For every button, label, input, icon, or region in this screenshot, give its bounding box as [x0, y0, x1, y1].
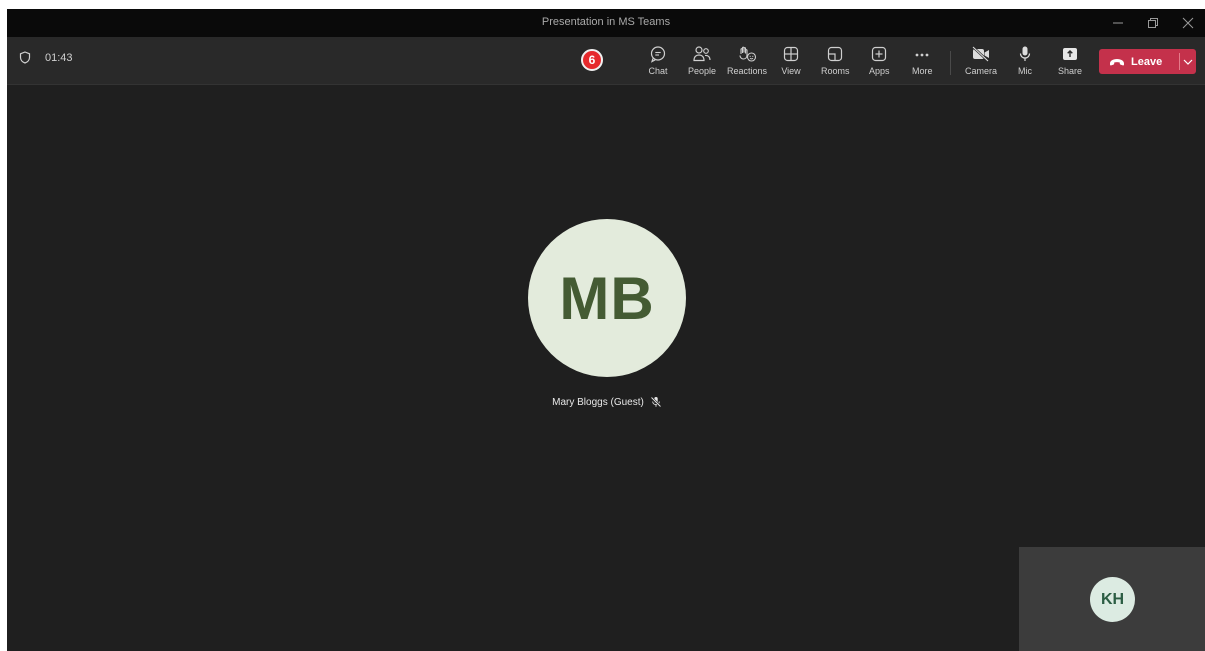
more-button[interactable]: More: [912, 45, 933, 76]
hang-up-icon: [1110, 58, 1124, 65]
reactions-button[interactable]: Reactions: [727, 45, 767, 76]
people-button[interactable]: People: [688, 45, 716, 76]
people-icon: [693, 46, 711, 62]
apps-label: Apps: [869, 66, 890, 76]
notification-badge[interactable]: 6: [581, 49, 603, 71]
view-label: View: [781, 66, 801, 76]
participant-name: Mary Bloggs (Guest): [552, 396, 644, 408]
rooms-button[interactable]: Rooms: [821, 45, 850, 76]
window-controls: [1100, 9, 1205, 37]
mic-muted-icon: [650, 396, 662, 408]
chevron-down-icon: [1183, 59, 1193, 65]
leave-button-group: Leave: [1099, 49, 1196, 74]
people-label: People: [688, 66, 717, 76]
apps-button[interactable]: Apps: [869, 45, 890, 76]
close-button[interactable]: [1170, 9, 1205, 37]
rooms-label: Rooms: [821, 66, 850, 76]
participant-name-tag: Mary Bloggs (Guest): [507, 396, 707, 408]
window-title: Presentation in MS Teams: [541, 16, 671, 28]
close-icon: [1182, 17, 1193, 29]
restore-button[interactable]: [1135, 9, 1170, 37]
view-button[interactable]: View: [781, 45, 801, 76]
chat-icon: [650, 46, 666, 63]
leave-options-button[interactable]: [1180, 49, 1196, 74]
participant-avatar[interactable]: MB: [528, 219, 686, 377]
title-bar: Presentation in MS Teams: [7, 9, 1205, 37]
chat-label: Chat: [648, 66, 668, 76]
share-button[interactable]: Share: [1058, 45, 1082, 76]
breakout-rooms-icon: [828, 46, 843, 62]
restore-icon: [1147, 18, 1158, 28]
meeting-stage: MB Mary Bloggs (Guest) KH: [7, 85, 1205, 651]
teams-meeting-window: Presentation in MS Teams 01:43 6 Chat Pe…: [7, 9, 1205, 651]
meeting-toolbar: 01:43 6 Chat People Reactions View Rooms…: [7, 37, 1205, 85]
self-avatar: KH: [1090, 577, 1135, 622]
minimize-button[interactable]: [1100, 9, 1135, 37]
mic-button[interactable]: Mic: [1015, 45, 1035, 76]
timer-text: 01:43: [45, 51, 73, 64]
share-screen-icon: [1063, 48, 1078, 60]
microphone-icon: [1019, 46, 1031, 61]
reactions-icon: [739, 46, 757, 62]
leave-label: Leave: [1131, 55, 1163, 68]
toolbar-divider: [950, 51, 951, 75]
add-app-icon: [872, 46, 887, 62]
mic-label: Mic: [1018, 66, 1032, 76]
minimize-icon: [1112, 22, 1123, 24]
camera-button[interactable]: Camera: [965, 45, 997, 76]
self-view-tile[interactable]: KH: [1019, 547, 1205, 651]
camera-label: Camera: [965, 66, 998, 76]
chat-button[interactable]: Chat: [648, 45, 668, 76]
leave-button[interactable]: Leave: [1099, 49, 1179, 74]
reactions-label: Reactions: [727, 66, 768, 76]
view-grid-icon: [783, 46, 799, 62]
more-options-icon: [915, 53, 929, 57]
more-label: More: [912, 66, 933, 76]
share-label: Share: [1058, 66, 1083, 76]
meeting-timer: 01:43: [19, 51, 73, 64]
shield-icon: [19, 51, 31, 64]
camera-off-icon: [972, 46, 989, 62]
